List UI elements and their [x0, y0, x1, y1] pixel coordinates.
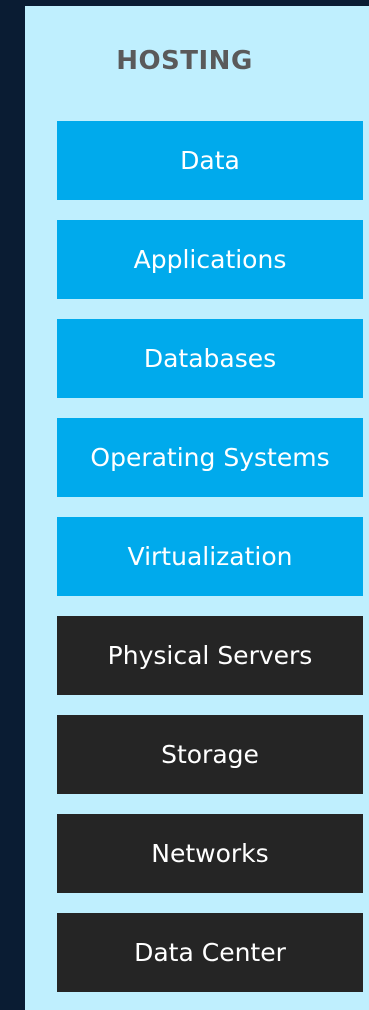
- layer-databases: Databases: [57, 319, 363, 398]
- layer-physical-servers: Physical Servers: [57, 616, 363, 695]
- layer-data: Data: [57, 121, 363, 200]
- layer-label: Operating Systems: [90, 443, 330, 472]
- layer-label: Databases: [143, 344, 277, 373]
- layer-storage: Storage: [57, 715, 363, 794]
- layer-label: Storage: [161, 740, 259, 769]
- layer-virtualization: Virtualization: [57, 517, 363, 596]
- layer-label: Virtualization: [127, 542, 293, 571]
- layer-data-center: Data Center: [57, 913, 363, 992]
- layer-networks: Networks: [57, 814, 363, 893]
- layer-applications: Applications: [57, 220, 363, 299]
- hosting-stack: Data Applications Databases Operating Sy…: [57, 121, 363, 992]
- layer-label: Applications: [133, 245, 287, 274]
- layer-label: Data Center: [134, 938, 286, 967]
- layer-label: Data: [180, 146, 240, 175]
- layer-label: Networks: [151, 839, 269, 868]
- layer-operating-systems: Operating Systems: [57, 418, 363, 497]
- diagram-title: HOSTING: [116, 46, 253, 76]
- layer-label: Physical Servers: [107, 641, 313, 670]
